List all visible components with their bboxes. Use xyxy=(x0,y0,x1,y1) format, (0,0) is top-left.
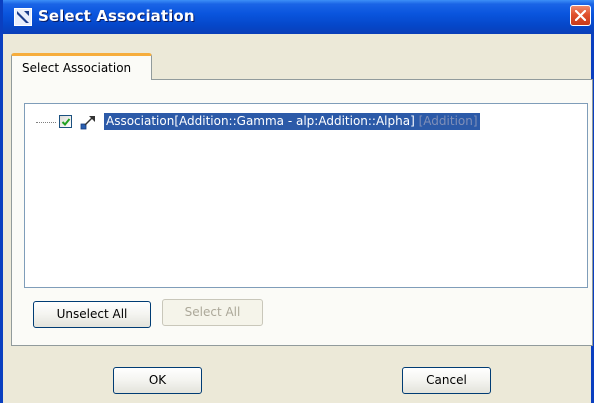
close-button[interactable] xyxy=(570,5,591,26)
window-title: Select Association xyxy=(38,7,195,25)
association-qualifier: [Addition] xyxy=(418,114,478,128)
ok-button[interactable]: OK xyxy=(113,367,202,394)
association-name: Association[Addition::Gamma - alp:Additi… xyxy=(106,114,415,128)
checkmark-icon xyxy=(61,118,71,126)
cancel-button[interactable]: Cancel xyxy=(402,367,491,394)
dialog-icon xyxy=(14,8,32,26)
item-checkbox[interactable] xyxy=(59,115,72,128)
select-association-dialog: Select Association Select Association As… xyxy=(0,0,594,403)
tree-item[interactable]: Association[Addition::Gamma - alp:Additi… xyxy=(30,113,580,133)
tree-connector xyxy=(36,122,56,123)
close-icon xyxy=(575,10,586,21)
association-tree[interactable]: Association[Addition::Gamma - alp:Additi… xyxy=(24,103,588,288)
tab-label: Select Association xyxy=(22,61,132,75)
select-all-button[interactable]: Select All xyxy=(162,299,263,326)
unselect-all-button[interactable]: Unselect All xyxy=(33,301,151,328)
title-bar[interactable]: Select Association xyxy=(3,0,594,34)
tab-select-association[interactable]: Select Association xyxy=(11,53,152,80)
association-icon xyxy=(80,113,98,131)
tree-item-label: Association[Addition::Gamma - alp:Additi… xyxy=(104,113,480,130)
